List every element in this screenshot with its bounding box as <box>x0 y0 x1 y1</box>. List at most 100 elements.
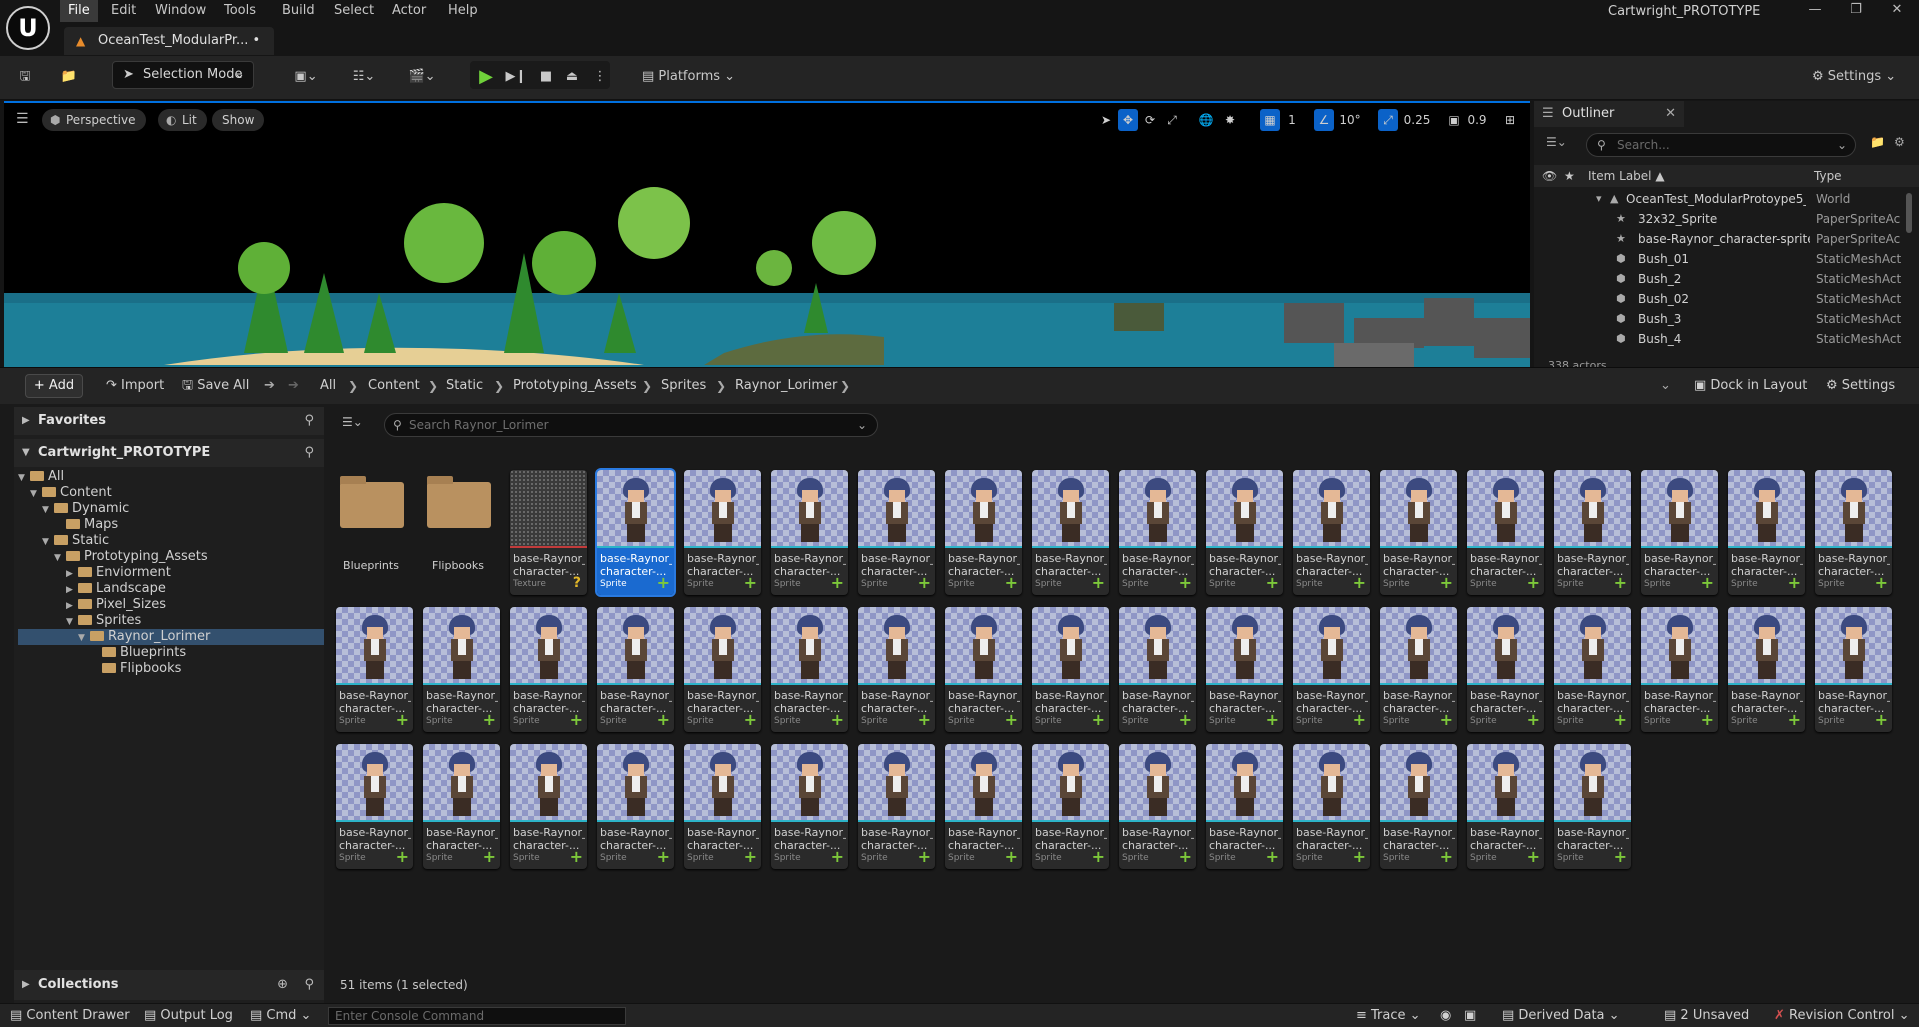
camera-icon[interactable]: ▣ <box>1464 1004 1476 1027</box>
blueprint-icon[interactable]: ☷⌄ <box>344 63 384 91</box>
sprite-asset-tile[interactable]: base-Raynor_ character-... Sprite + <box>597 607 674 732</box>
save-all-button[interactable]: 🖫 Save All <box>182 375 249 397</box>
viewport-layout-icon[interactable]: ⊞ <box>1500 109 1520 131</box>
sprite-asset-tile[interactable]: base-Raynor_ character-... Sprite + <box>1467 744 1544 869</box>
record-icon[interactable]: ◉ <box>1440 1004 1451 1027</box>
sprite-asset-tile[interactable]: base-Raynor_ character-... Sprite + <box>684 607 761 732</box>
sprite-asset-tile[interactable]: base-Raynor_ character-... Sprite + <box>1554 470 1631 595</box>
tree-item-blueprints[interactable]: Blueprints <box>90 645 186 661</box>
close-icon[interactable]: ✕ <box>1665 101 1676 127</box>
rotate-tool-icon[interactable]: ⟳ <box>1140 109 1160 131</box>
sprite-asset-tile[interactable]: base-Raynor_ character-... Sprite + <box>1206 744 1283 869</box>
unsaved-button[interactable]: ▤ 2 Unsaved <box>1664 1004 1749 1027</box>
sprite-asset-tile[interactable]: base-Raynor_ character-... Sprite + <box>1032 744 1109 869</box>
lit-button[interactable]: ◐ Lit <box>158 109 207 131</box>
sprite-asset-tile[interactable]: base-Raynor_ character-... Sprite + <box>510 607 587 732</box>
sprite-asset-tile[interactable]: base-Raynor_ character-... Sprite + <box>1293 744 1370 869</box>
level-viewport[interactable]: ☰ ⬢ Perspective ◐ Lit Show ➤ ✥ ⟳ ⤢ 🌐 ✸ ▦ 1… <box>4 101 1530 367</box>
sprite-asset-tile[interactable]: base-Raynor_ character-... Sprite + <box>423 607 500 732</box>
tree-item-maps[interactable]: Maps <box>54 517 118 533</box>
settings-dropdown[interactable]: ⚙ Settings ⌄ <box>1812 63 1912 91</box>
sprite-asset-tile[interactable]: base-Raynor_ character-... Sprite + <box>858 744 935 869</box>
sprite-asset-tile[interactable]: base-Raynor_ character-... Sprite + <box>1119 470 1196 595</box>
sprite-asset-tile[interactable]: base-Raynor_ character-... Sprite + <box>684 744 761 869</box>
unreal-logo-icon[interactable]: U <box>6 6 50 50</box>
breadcrumb-all[interactable]: All <box>320 375 336 397</box>
outliner-scrollbar[interactable] <box>1906 193 1912 233</box>
surface-snap-icon[interactable]: ✸ <box>1220 109 1240 131</box>
sprite-asset-tile[interactable]: base-Raynor_ character-... Sprite + <box>684 470 761 595</box>
output-log-button[interactable]: ▤ Output Log <box>144 1004 233 1027</box>
sprite-asset-tile[interactable]: base-Raynor_ character-... Sprite + <box>1380 744 1457 869</box>
sprite-asset-tile[interactable]: base-Raynor_ character-... Sprite + <box>771 744 848 869</box>
select-tool-icon[interactable]: ➤ <box>1096 109 1116 131</box>
folder-tile[interactable]: Blueprints <box>336 470 406 595</box>
advance-frame-icon[interactable]: ▶❙ <box>504 63 528 91</box>
scale-tool-icon[interactable]: ⤢ <box>1162 109 1182 131</box>
outliner-row[interactable]: ⬢ Bush_2 StaticMeshAct <box>1534 269 1919 289</box>
tree-item-enviorment[interactable]: ▶ Enviorment <box>66 565 171 581</box>
cb-settings-button[interactable]: ⚙ Settings <box>1826 375 1895 397</box>
tree-item-pixel-sizes[interactable]: ▶ Pixel_Sizes <box>66 597 166 613</box>
sprite-asset-tile[interactable]: base-Raynor_ character-... Sprite + <box>1119 744 1196 869</box>
rotation-snap-value[interactable]: 10° <box>1336 109 1364 131</box>
outliner-row[interactable]: ⬢ Bush_3 StaticMeshAct <box>1534 309 1919 329</box>
outliner-row-world[interactable]: ▾ ▲ OceanTest_ModularProtoype5_: World <box>1534 189 1919 209</box>
breadcrumb-raynor-lorimer[interactable]: Raynor_Lorimer <box>735 375 837 397</box>
sprite-asset-tile[interactable]: base-Raynor_ character-... Sprite + <box>1728 607 1805 732</box>
menu-file[interactable]: File <box>60 0 98 22</box>
tree-item-all[interactable]: ▼ All <box>18 469 324 485</box>
grid-snap-value[interactable]: 1 <box>1282 109 1302 131</box>
outliner-row[interactable]: ★ 32x32_Sprite PaperSpriteAc <box>1534 209 1919 229</box>
folder-tile[interactable]: Flipbooks <box>423 470 493 595</box>
sprite-asset-tile[interactable]: base-Raynor_ character-... Sprite + <box>510 744 587 869</box>
project-header[interactable]: ▼ Cartwright_PROTOTYPE ⚲ <box>14 439 324 467</box>
tree-item-content[interactable]: ▼ Content <box>30 485 112 501</box>
stop-icon[interactable]: ■ <box>534 63 558 91</box>
outliner-row[interactable]: ⬢ Bush_01 StaticMeshAct <box>1534 249 1919 269</box>
tree-item-static[interactable]: ▼ Static <box>42 533 109 549</box>
column-item-label[interactable]: Item Label ▲ <box>1588 165 1665 187</box>
menu-edit[interactable]: Edit <box>103 0 144 22</box>
column-type[interactable]: Type <box>1814 165 1842 187</box>
sprite-asset-tile[interactable]: base-Raynor_ character-... Sprite + <box>1293 607 1370 732</box>
console-input[interactable]: Enter Console Command <box>328 1007 626 1025</box>
sprite-asset-tile[interactable]: base-Raynor_ character-... Sprite + <box>858 470 935 595</box>
sprite-asset-tile[interactable]: base-Raynor_ character-... Sprite + <box>597 744 674 869</box>
camera-speed-value[interactable]: 0.9 <box>1464 109 1490 131</box>
search-icon[interactable]: ⚲ <box>304 970 314 1000</box>
play-icon[interactable]: ▶ <box>474 63 498 91</box>
menu-build[interactable]: Build <box>274 0 323 22</box>
sprite-asset-tile[interactable]: base-Raynor_ character-... Sprite + <box>1380 607 1457 732</box>
outliner-row[interactable]: ★ base-Raynor_character-sprite PaperSpri… <box>1534 229 1919 249</box>
sprite-asset-tile[interactable]: base-Raynor_ character-... Sprite + <box>1728 470 1805 595</box>
gear-icon[interactable]: ⚙ <box>1894 135 1905 149</box>
camera-speed-icon[interactable]: ▣ <box>1444 109 1464 131</box>
outliner-search-input[interactable]: ⚲ Search... ⌄ <box>1586 133 1856 157</box>
trace-dropdown[interactable]: ≡ Trace ⌄ <box>1356 1004 1421 1027</box>
viewport-menu-icon[interactable]: ☰ <box>16 111 29 127</box>
content-drawer-button[interactable]: ▤ Content Drawer <box>10 1004 130 1027</box>
cmd-dropdown[interactable]: ▤ Cmd ⌄ <box>250 1004 311 1027</box>
add-actor-icon[interactable]: ▣⌄ <box>286 63 326 91</box>
eject-icon[interactable]: ⏏ <box>560 63 584 91</box>
dock-in-layout-button[interactable]: ▣ Dock in Layout <box>1694 375 1807 397</box>
filter-icon[interactable]: ☰⌄ <box>1546 135 1567 149</box>
add-button[interactable]: + Add <box>25 374 83 398</box>
sprite-asset-tile[interactable]: base-Raynor_ character-... Sprite + <box>1467 470 1544 595</box>
sprite-asset-tile[interactable]: base-Raynor_ character-... Sprite + <box>423 744 500 869</box>
collections-header[interactable]: ▶ Collections ⊕ ⚲ <box>14 970 324 1000</box>
import-button[interactable]: ↷ Import <box>106 375 164 397</box>
revision-control-button[interactable]: ✗ Revision Control ⌄ <box>1774 1004 1910 1027</box>
world-space-icon[interactable]: 🌐 <box>1196 109 1216 131</box>
sprite-asset-tile[interactable]: base-Raynor_ character-... Sprite + <box>1467 607 1544 732</box>
tree-item-sprites[interactable]: ▼ Sprites <box>66 613 141 629</box>
menu-actor[interactable]: Actor <box>384 0 434 22</box>
derived-data-dropdown[interactable]: ▤ Derived Data ⌄ <box>1502 1004 1620 1027</box>
menu-help[interactable]: Help <box>440 0 486 22</box>
sprite-asset-tile[interactable]: base-Raynor_ character-... Sprite + <box>1206 470 1283 595</box>
close-window-icon[interactable]: ✕ <box>1882 2 1912 22</box>
tree-item-dynamic[interactable]: ▼ Dynamic <box>42 501 129 517</box>
rotation-snap-icon[interactable]: ∠ <box>1314 109 1334 131</box>
browse-icon[interactable]: 📁 <box>58 63 80 91</box>
